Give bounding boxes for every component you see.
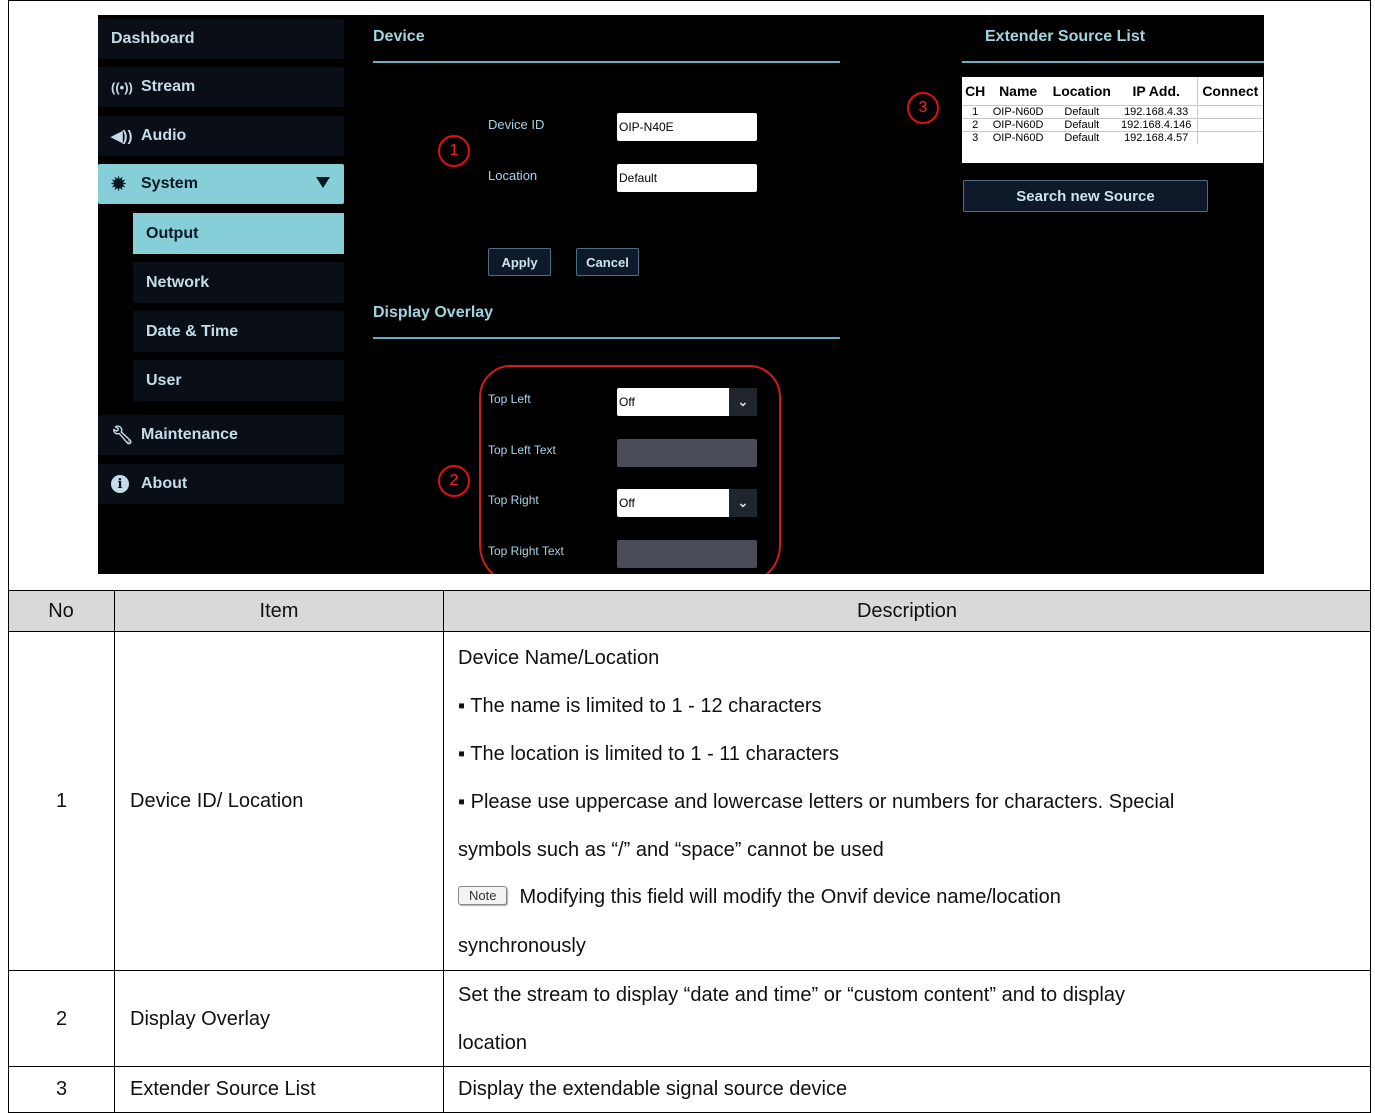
sidebar-item-audio[interactable]: ◀)) Audio <box>98 116 344 156</box>
table-cell: 192.168.4.57 <box>1115 130 1198 144</box>
table-row[interactable]: 1 OIP-N60D Default 192.168.4.33 <box>962 104 1263 118</box>
apply-button[interactable]: Apply <box>488 248 551 276</box>
table-row[interactable]: 2 OIP-N60D Default 192.168.4.146 <box>962 117 1263 131</box>
row1-desc-line: symbols such as “/” and “space” cannot b… <box>458 839 884 861</box>
sidebar-item-network[interactable]: Network <box>133 262 344 303</box>
row3-desc-line: Display the extendable signal source dev… <box>458 1078 848 1100</box>
table-border <box>8 631 1371 632</box>
sidebar-label: System <box>141 175 198 192</box>
header-item: Item <box>259 599 299 622</box>
sidebar-item-dashboard[interactable]: Dashboard <box>98 19 344 59</box>
table-border <box>8 1066 1371 1067</box>
callout-1: 1 <box>438 135 470 167</box>
cancel-button[interactable]: Cancel <box>576 248 639 276</box>
table-cell <box>1196 117 1263 131</box>
sidebar-item-output[interactable]: Output <box>133 213 344 254</box>
search-new-source-button[interactable]: Search new Source <box>963 180 1208 212</box>
column-header: Name <box>999 82 1038 99</box>
sidebar-label: Network <box>146 273 210 291</box>
callout-2: 2 <box>438 465 470 497</box>
sidebar-label: Output <box>146 224 199 242</box>
table-cell: OIP-N60D <box>988 130 1048 144</box>
row1-item: Device ID/ Location <box>130 790 304 812</box>
row2-desc-line: location <box>458 1032 527 1054</box>
location-label: Location <box>488 168 538 183</box>
table-cell: Default <box>1047 104 1116 118</box>
table-cell: 192.168.4.146 <box>1115 117 1198 131</box>
sidebar-item-stream[interactable]: ((•)) Stream <box>98 67 344 107</box>
column-header: CH <box>965 82 986 99</box>
table-cell: Default <box>1047 117 1116 131</box>
table-border <box>8 0 1371 1</box>
table-border <box>114 590 115 1113</box>
sidebar-item-about[interactable]: i About <box>98 464 344 504</box>
table-cell: 1 <box>962 104 989 118</box>
table-cell <box>1196 104 1263 118</box>
device-id-label: Device ID <box>488 117 545 132</box>
row1-note: Note Modifying this field will modify the… <box>458 886 1061 909</box>
table-border <box>443 590 444 1113</box>
table-cell: 192.168.4.33 <box>1115 104 1198 118</box>
sidebar-item-date-time[interactable]: Date & Time <box>133 311 344 352</box>
info-icon: i <box>111 475 141 493</box>
column-header: Connect <box>1196 77 1263 105</box>
column-header: IP Add. <box>1132 82 1180 99</box>
caret-down-icon <box>316 177 330 188</box>
header-no: No <box>48 599 74 622</box>
callout-highlight-box <box>479 365 781 574</box>
row1-no: 1 <box>56 790 68 812</box>
sidebar-item-system[interactable]: ✹ System <box>98 164 344 204</box>
sidebar-label: Stream <box>141 78 196 95</box>
gear-icon: ✹ <box>111 173 127 194</box>
sidebar-label: About <box>141 475 188 492</box>
row1-desc-line: Device Name/Location <box>458 647 660 669</box>
sidebar-item-maintenance[interactable]: 🔧︎ Maintenance <box>98 415 344 455</box>
table-border <box>8 970 1371 971</box>
device-section-title: Device <box>373 28 425 45</box>
row2-desc-line: Set the stream to display “date and time… <box>458 984 1125 1006</box>
table-border <box>8 0 9 1113</box>
table-cell: 3 <box>962 130 989 144</box>
extender-section-divider <box>962 61 1264 63</box>
table-cell: OIP-N60D <box>988 104 1048 118</box>
wrench-icon: 🔧︎ <box>111 424 134 445</box>
row1-desc-line: ▪ The location is limited to 1 - 11 char… <box>458 743 839 765</box>
column-header: Location <box>1052 82 1111 99</box>
location-input[interactable]: Default <box>617 164 757 192</box>
note-text: Modifying this field will modify the Onv… <box>519 886 1061 908</box>
speaker-icon: ◀)) <box>111 128 133 145</box>
sidebar-label: Maintenance <box>141 426 238 443</box>
row2-no: 2 <box>56 1008 68 1030</box>
sidebar-label: User <box>146 371 182 389</box>
table-cell <box>1196 130 1263 144</box>
device-id-input[interactable]: OIP-N40E <box>617 113 757 141</box>
sidebar-label: Date & Time <box>146 322 239 340</box>
overlay-section-divider <box>373 337 840 339</box>
callout-3: 3 <box>907 92 939 124</box>
table-cell: 2 <box>962 117 989 131</box>
overlay-section-title: Display Overlay <box>373 304 494 321</box>
table-cell: Default <box>1047 130 1116 144</box>
device-section-divider <box>373 61 840 63</box>
table-border <box>1370 0 1371 1113</box>
sidebar-item-user[interactable]: User <box>133 360 344 401</box>
row1-desc-line: synchronously <box>458 935 586 957</box>
table-cell: OIP-N60D <box>988 117 1048 131</box>
row1-desc-line: ▪ The name is limited to 1 - 12 characte… <box>458 695 822 717</box>
device-settings-screenshot: Dashboard ((•)) Stream ◀)) Audio ✹ Syste… <box>98 15 1264 574</box>
row2-item: Display Overlay <box>130 1008 271 1030</box>
row1-desc-line: ▪ Please use uppercase and lowercase let… <box>458 791 1175 813</box>
table-row[interactable]: 3 OIP-N60D Default 192.168.4.57 <box>962 130 1263 144</box>
extender-section-title: Extender Source List <box>985 28 1146 45</box>
row3-item: Extender Source List <box>130 1078 316 1100</box>
stream-icon: ((•)) <box>111 79 133 95</box>
note-badge: Note <box>458 886 508 905</box>
extender-source-table: CH Name Location IP Add. Connect 1 OIP-N… <box>962 77 1263 163</box>
sidebar-label: Audio <box>141 127 187 144</box>
row3-no: 3 <box>56 1078 68 1100</box>
header-description: Description <box>856 599 958 622</box>
sidebar-label: Dashboard <box>111 30 195 47</box>
